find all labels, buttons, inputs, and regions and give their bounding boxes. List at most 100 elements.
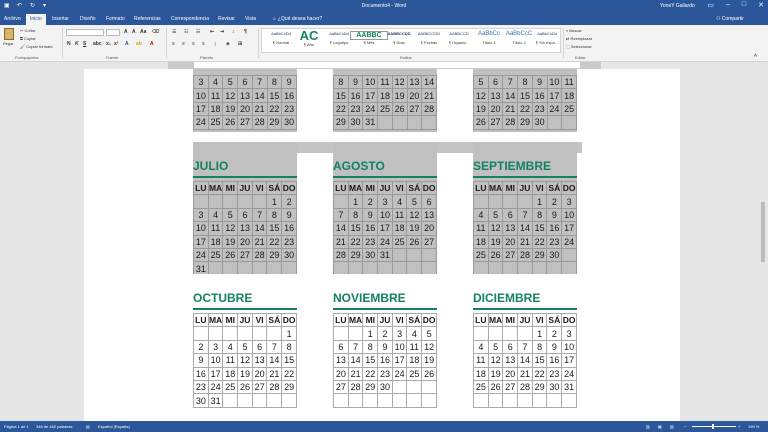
calendar-day-cell[interactable]	[193, 326, 209, 341]
calendar-day-cell[interactable]	[251, 194, 268, 209]
calendar-day-cell[interactable]: 15	[347, 221, 364, 236]
calendar-day-cell[interactable]	[377, 115, 393, 130]
calendar-day-cell[interactable]: 16	[531, 88, 548, 103]
calendar-day-cell[interactable]: 10	[193, 88, 209, 103]
calendar-day-cell[interactable]: 8	[531, 207, 548, 223]
calendar-day-cell[interactable]: 5	[487, 207, 504, 223]
calendar-day-cell[interactable]: 12	[487, 353, 504, 368]
borders-icon[interactable]: ⊞	[238, 41, 242, 47]
calendar-day-cell[interactable]: 7	[517, 207, 533, 223]
calendar-day-cell[interactable]: 27	[406, 101, 423, 117]
calendar-day-cell[interactable]	[391, 115, 408, 130]
calendar-day-cell[interactable]: 28	[347, 379, 364, 395]
calendar-day-cell[interactable]: 6	[237, 74, 253, 90]
calendar-day-cell[interactable]: 16	[377, 353, 393, 368]
calendar-day-cell[interactable]: 23	[347, 101, 364, 117]
calendar-day-cell[interactable]: 13	[406, 74, 423, 90]
calendar-day-cell[interactable]: 17	[377, 221, 393, 236]
calendar-day-cell[interactable]: 3	[207, 339, 224, 355]
calendar-day-cell[interactable]: 26	[487, 379, 504, 395]
calendar-day-cell[interactable]: 23	[377, 366, 393, 381]
calendar-day-cell[interactable]: 11	[207, 88, 224, 103]
find-button[interactable]: ⌕ Buscar	[566, 28, 582, 33]
calendar-day-cell[interactable]	[421, 379, 437, 395]
calendar-day-cell[interactable]: 31	[362, 115, 379, 130]
calendar-day-cell[interactable]: 7	[517, 339, 533, 355]
calendar-day-cell[interactable]: 8	[281, 339, 297, 355]
calendar-day-cell[interactable]: 21	[266, 366, 283, 381]
style-sin-espaciado[interactable]: AaBbCcDd ¶ Sin espa...	[528, 31, 566, 45]
calendar-day-cell[interactable]: 1	[362, 326, 379, 341]
calendar-day-cell[interactable]	[502, 393, 519, 408]
calendar-day-cell[interactable]: 10	[207, 353, 224, 368]
calendar-day-cell[interactable]: 5	[406, 194, 423, 209]
select-button[interactable]: ⬚ Seleccionar	[566, 44, 592, 49]
calendar-day-cell[interactable]: 5	[487, 339, 504, 355]
calendar-day-cell[interactable]: 13	[502, 353, 519, 368]
calendar-day-cell[interactable]: 11	[473, 221, 489, 236]
calendar-day-cell[interactable]: 28	[251, 247, 268, 263]
shrink-font-icon[interactable]: A	[132, 29, 136, 35]
calendar-day-cell[interactable]: 8	[266, 74, 283, 90]
calendar-day-cell[interactable]: 11	[561, 74, 577, 90]
calendar-day-cell[interactable]: 29	[347, 247, 364, 263]
calendar-day-cell[interactable]: 26	[222, 115, 239, 130]
calendar-day-cell[interactable]: 25	[377, 101, 393, 117]
calendar-day-cell[interactable]: 27	[237, 115, 253, 130]
calendar-day-cell[interactable]: 28	[502, 115, 519, 130]
calendar-day-cell[interactable]: 9	[193, 353, 209, 368]
calendar-day-cell[interactable]: 30	[546, 247, 563, 263]
format-painter-button[interactable]: 🖌 Copiar formato	[20, 44, 53, 49]
calendar-day-cell[interactable]	[237, 194, 253, 209]
calendar-day-cell[interactable]: 10	[377, 207, 393, 223]
calendar-day-cell[interactable]: 30	[531, 115, 548, 130]
copy-button[interactable]: ⧉ Copiar	[20, 36, 36, 41]
calendar-day-cell[interactable]: 24	[546, 101, 563, 117]
tab-correspondencia[interactable]: Correspondencia	[171, 16, 209, 22]
calendar-day-cell[interactable]	[281, 393, 297, 408]
calendar-day-cell[interactable]: 28	[517, 379, 533, 395]
calendar-day-cell[interactable]: 7	[251, 207, 268, 223]
calendar-day-cell[interactable]	[222, 393, 239, 408]
calendar-day-cell[interactable]	[561, 247, 577, 263]
calendar-day-cell[interactable]: 11	[391, 207, 408, 223]
calendar-day-cell[interactable]: 19	[487, 234, 504, 249]
calendar-day-cell[interactable]: 14	[502, 88, 519, 103]
tab-vista[interactable]: Vista	[245, 16, 256, 22]
ribbon-display-icon[interactable]: ▭	[707, 1, 714, 9]
align-center-icon[interactable]: ≡	[182, 41, 185, 47]
calendar-day-cell[interactable]: 4	[207, 207, 224, 223]
calendar-day-cell[interactable]	[347, 393, 364, 408]
highlight-icon[interactable]: ab	[136, 41, 142, 47]
calendar-day-cell[interactable]: 19	[237, 366, 253, 381]
calendar-day-cell[interactable]: 23	[281, 101, 297, 117]
calendar-day-cell[interactable]: 13	[237, 88, 253, 103]
tab-insertar[interactable]: Insertar	[52, 16, 69, 22]
calendar-day-cell[interactable]: 14	[251, 88, 268, 103]
calendar-day-cell[interactable]: 30	[377, 379, 393, 395]
read-mode-icon[interactable]: ▥	[646, 424, 650, 429]
calendar-day-cell[interactable]: 23	[281, 234, 297, 249]
calendar-day-cell[interactable]: 25	[207, 115, 224, 130]
calendar-day-cell[interactable]: 10	[362, 74, 379, 90]
calendar-day-cell[interactable]: 25	[473, 379, 489, 395]
calendar-day-cell[interactable]: 15	[531, 353, 548, 368]
calendar-day-cell[interactable]: 20	[406, 88, 423, 103]
tell-me-search[interactable]: ☼ ¿Qué desea hacer?	[272, 16, 322, 22]
font-color-icon[interactable]: A	[150, 41, 154, 47]
calendar-day-cell[interactable]: 27	[333, 379, 349, 395]
calendar-day-cell[interactable]	[237, 393, 253, 408]
calendar-day-cell[interactable]: 3	[193, 74, 209, 90]
calendar-day-cell[interactable]: 29	[266, 115, 283, 130]
calendar-day-cell[interactable]: 12	[406, 207, 423, 223]
calendar-day-cell[interactable]: 11	[406, 339, 423, 355]
calendar-day-cell[interactable]: 30	[281, 115, 297, 130]
calendar-day-cell[interactable]: 17	[207, 366, 224, 381]
calendar-day-cell[interactable]: 15	[281, 353, 297, 368]
clear-format-icon[interactable]: ⌫	[152, 29, 159, 35]
calendar-day-cell[interactable]	[406, 115, 423, 130]
calendar-day-cell[interactable]: 24	[561, 234, 577, 249]
calendar-day-cell[interactable]	[546, 393, 563, 408]
calendar-day-cell[interactable]: 22	[531, 366, 548, 381]
calendar-day-cell[interactable]: 7	[251, 74, 268, 90]
